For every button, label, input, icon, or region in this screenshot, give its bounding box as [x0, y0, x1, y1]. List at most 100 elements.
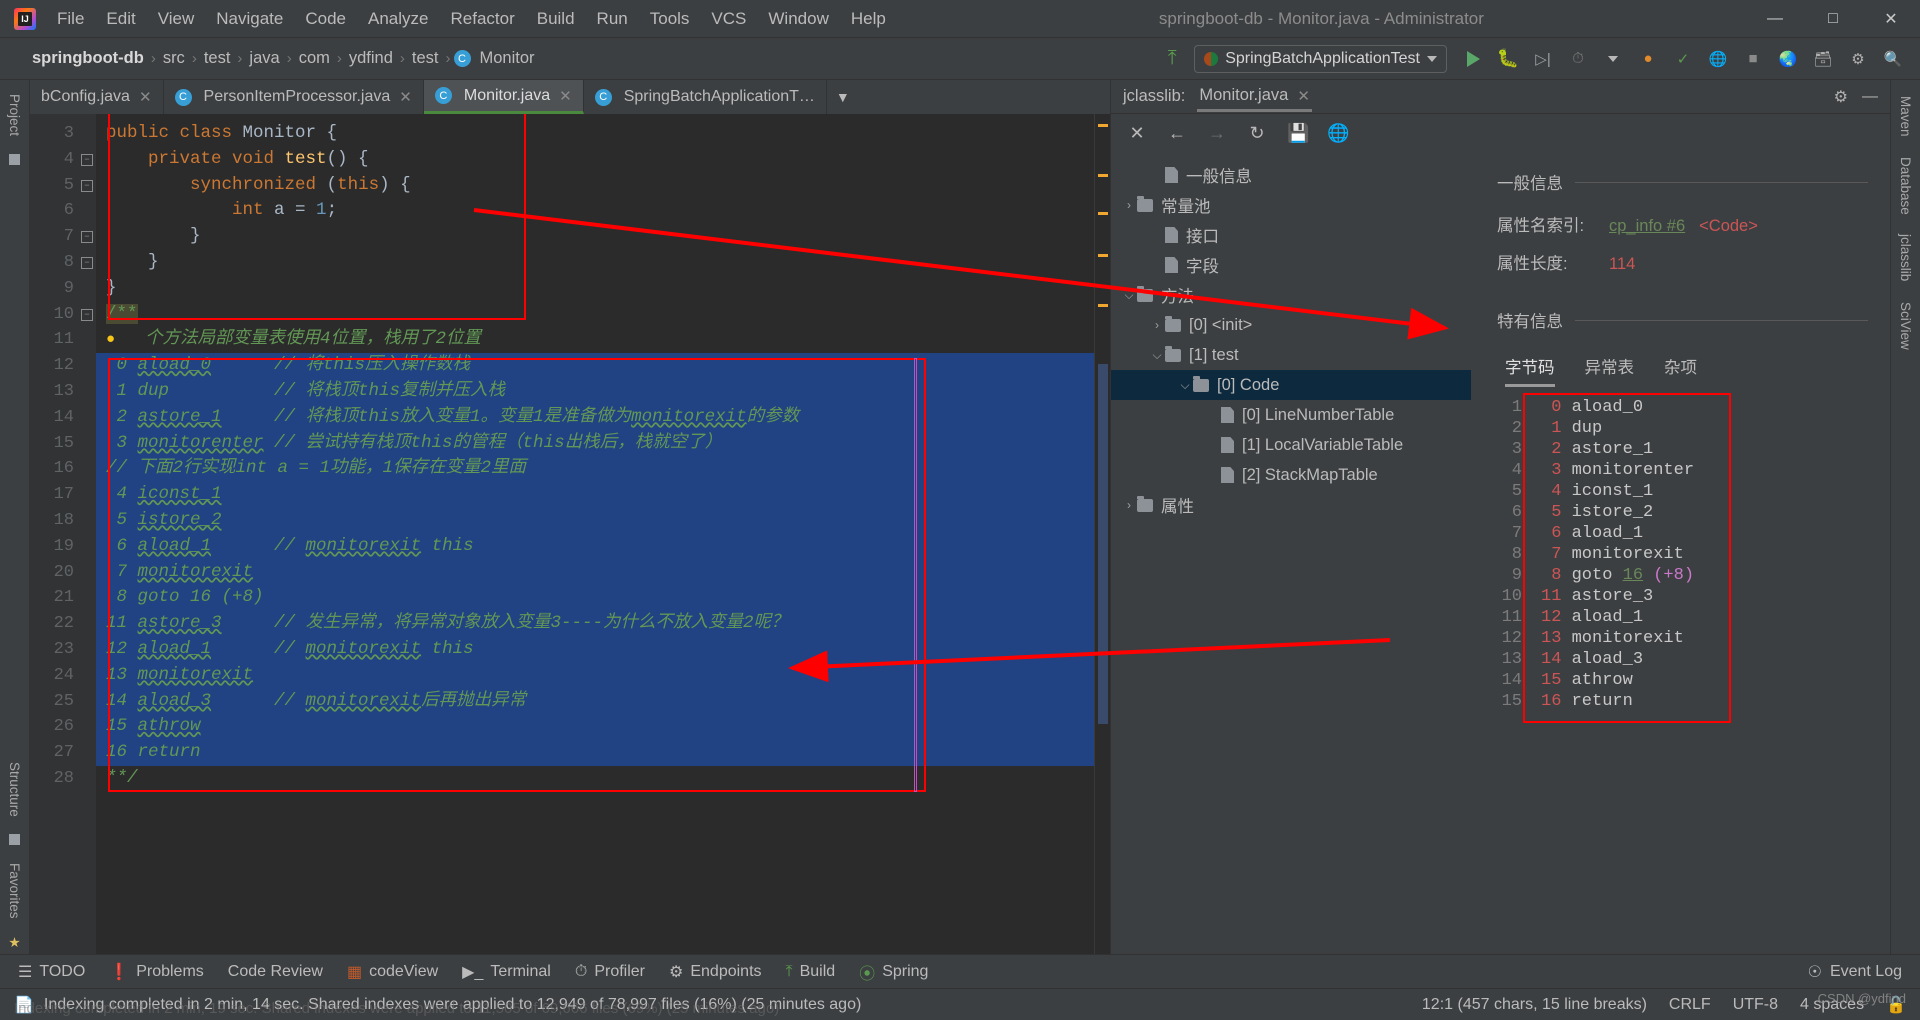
tree-node[interactable]: ⌵ [1] test	[1111, 340, 1471, 370]
menu-refactor[interactable]: Refactor	[439, 6, 525, 32]
structure-toolwindow-icon[interactable]	[9, 834, 20, 846]
bytecode-instruction-row[interactable]: 1 dup	[1541, 418, 1694, 439]
maximize-icon[interactable]: □	[1804, 0, 1862, 38]
chevron-down-icon[interactable]: ⌵	[1177, 378, 1193, 393]
tab-exception-table[interactable]: 异常表	[1585, 354, 1635, 387]
sidebar-item-jclasslib[interactable]: jclasslib	[1896, 226, 1915, 289]
menu-window[interactable]: Window	[757, 6, 839, 32]
tree-node[interactable]: 字段	[1111, 250, 1471, 280]
event-log-button[interactable]: ☉ Event Log	[1808, 962, 1902, 982]
run-with-coverage-icon[interactable]: ▷|	[1530, 46, 1556, 72]
chevron-down-icon[interactable]: ⌵	[1121, 288, 1137, 303]
editor-tab-personitemprocessor[interactable]: C PersonItemProcessor.java ✕	[164, 80, 424, 114]
code-line[interactable]: 5 istore_2	[96, 507, 1094, 534]
breadcrumb-item-java[interactable]: java	[245, 47, 283, 70]
hammer-icon[interactable]: ⤒	[1159, 46, 1185, 72]
menu-navigate[interactable]: Navigate	[205, 6, 294, 32]
bytecode-instruction-row[interactable]: 3 monitorenter	[1541, 460, 1694, 481]
breadcrumb-item-test[interactable]: test	[200, 47, 235, 70]
menu-view[interactable]: View	[147, 6, 206, 32]
bytecode-instruction-row[interactable]: 16 return	[1541, 691, 1694, 712]
breadcrumb-item-project[interactable]: springboot-db	[28, 47, 148, 70]
code-line[interactable]: private void test() {	[96, 147, 1094, 173]
code-line[interactable]: /**	[96, 302, 1094, 328]
fold-collapse-icon[interactable]: −	[81, 179, 93, 192]
breadcrumb-item-src[interactable]: src	[159, 47, 189, 70]
code-line[interactable]: synchronized (this) {	[96, 173, 1094, 199]
tab-problems[interactable]: ❗ Problems	[109, 962, 204, 982]
bytecode-jump-target-link[interactable]: 16	[1623, 566, 1643, 585]
code-line[interactable]: 4 iconst_1	[96, 482, 1094, 508]
warning-marker[interactable]	[1098, 304, 1108, 307]
tab-code-review[interactable]: Code Review	[228, 963, 323, 981]
bytecode-instruction-row[interactable]: 15 athrow	[1541, 670, 1694, 691]
code-line[interactable]: int a = 1;	[96, 198, 1094, 224]
breadcrumb-item-ydfind[interactable]: ydfind	[345, 47, 397, 70]
refresh-icon[interactable]: ↻	[1247, 123, 1267, 144]
settings-icon[interactable]: ⚙	[1845, 46, 1871, 72]
sidebar-item-favorites[interactable]: Favorites	[5, 855, 24, 927]
bytecode-instruction-row[interactable]: 11 astore_3	[1541, 586, 1694, 607]
minimize-icon[interactable]: —	[1862, 88, 1878, 106]
breadcrumb-item-com[interactable]: com	[295, 47, 334, 70]
forward-arrow-icon[interactable]: →	[1207, 123, 1227, 144]
globe-icon[interactable]: 🌏	[1775, 46, 1801, 72]
bytecode-instruction-row[interactable]: 14 aload_3	[1541, 649, 1694, 670]
stop-icon[interactable]: ■	[1740, 46, 1766, 72]
tree-node[interactable]: › [0] <init>	[1111, 310, 1471, 340]
save-icon[interactable]: 💾	[1287, 123, 1309, 144]
bytecode-instruction-row[interactable]: 12 aload_1	[1541, 607, 1694, 628]
project-toolwindow-icon[interactable]	[9, 154, 20, 166]
tab-endpoints[interactable]: ⚙ Endpoints	[669, 962, 762, 982]
warning-marker[interactable]	[1098, 212, 1108, 215]
bytecode-instruction-row[interactable]: 5 istore_2	[1541, 502, 1694, 523]
code-line[interactable]: 3 monitorenter // 尝试持有栈顶this的管程（this出栈后，…	[96, 430, 1094, 457]
editor-tab-monitor[interactable]: C Monitor.java ✕	[423, 80, 584, 114]
code-line[interactable]: **/	[96, 766, 1094, 792]
tab-spring[interactable]: ⦿ Spring	[859, 960, 928, 984]
code-line[interactable]: 15 athrow	[96, 714, 1094, 741]
editor-tab-springbatchapplicationtest[interactable]: C SpringBatchApplicationT…	[584, 80, 827, 114]
code-line[interactable]: 12 aload_1 // monitorexit this	[96, 636, 1094, 663]
bytecode-instruction-row[interactable]: 4 iconst_1	[1541, 481, 1694, 502]
line-number-gutter[interactable]: 3 4−5−6 7−8−9 10−11 12 13 14 15 16 17 18 19 20 21 22 23…	[30, 114, 96, 954]
jclasslib-tree[interactable]: 一般信息 › 常量池 接口 字段 ⌵ 方法 › [0] <init> ⌵ [1] test ⌵ [0] …	[1111, 152, 1471, 954]
sidebar-item-sciview[interactable]: SciView	[1896, 294, 1915, 358]
tab-todo[interactable]: ☰ TODO	[18, 962, 85, 982]
run-icon[interactable]	[1460, 46, 1486, 72]
menu-bar[interactable]: File Edit View Navigate Code Analyze Ref…	[46, 6, 897, 32]
chevron-right-icon[interactable]: ›	[1121, 198, 1137, 212]
sidebar-item-maven[interactable]: Maven	[1896, 88, 1915, 145]
code-line[interactable]: 16 return	[96, 740, 1094, 766]
favorites-toolwindow-icon[interactable]	[9, 937, 20, 948]
bytecode-instruction-row[interactable]: 2 astore_1	[1541, 439, 1694, 460]
warning-marker[interactable]	[1098, 174, 1108, 177]
close-icon[interactable]: ✕	[139, 88, 152, 106]
code-line[interactable]: }	[96, 224, 1094, 250]
back-arrow-icon[interactable]: ←	[1167, 123, 1187, 144]
fold-expand-icon[interactable]: −	[81, 256, 93, 269]
menu-build[interactable]: Build	[526, 6, 586, 32]
bytecode-instruction-row[interactable]: 8 goto 16 (+8)	[1541, 565, 1694, 586]
code-line[interactable]: 1 dup // 将栈顶this复制并压入栈	[96, 378, 1094, 405]
code-line[interactable]: // 下面2行实现int a = 1功能，1保存在变量2里面	[96, 456, 1094, 483]
menu-analyze[interactable]: Analyze	[357, 6, 439, 32]
menu-file[interactable]: File	[46, 6, 95, 32]
search-icon[interactable]: 🔍	[1880, 46, 1906, 72]
error-marker-strip[interactable]	[1094, 114, 1110, 954]
tree-node[interactable]: [0] LineNumberTable	[1111, 400, 1471, 430]
tree-node[interactable]: › 属性	[1111, 490, 1471, 520]
chevron-down-icon[interactable]	[1427, 55, 1437, 62]
update-project-icon[interactable]: ●	[1635, 46, 1661, 72]
chevron-down-icon[interactable]: ▼	[827, 80, 859, 114]
debug-icon[interactable]: 🐛	[1495, 46, 1521, 72]
menu-edit[interactable]: Edit	[95, 6, 146, 32]
lightbulb-icon[interactable]: ●	[106, 331, 124, 348]
selection-marker[interactable]	[1098, 364, 1108, 724]
close-icon[interactable]: ✕	[559, 87, 572, 105]
code-line[interactable]: 6 aload_1 // monitorexit this	[96, 533, 1094, 560]
minimize-icon[interactable]: —	[1746, 0, 1804, 38]
commit-icon[interactable]: ✓	[1670, 46, 1696, 72]
code-line[interactable]: 7 monitorexit	[96, 559, 1094, 586]
warning-marker[interactable]	[1098, 124, 1108, 127]
